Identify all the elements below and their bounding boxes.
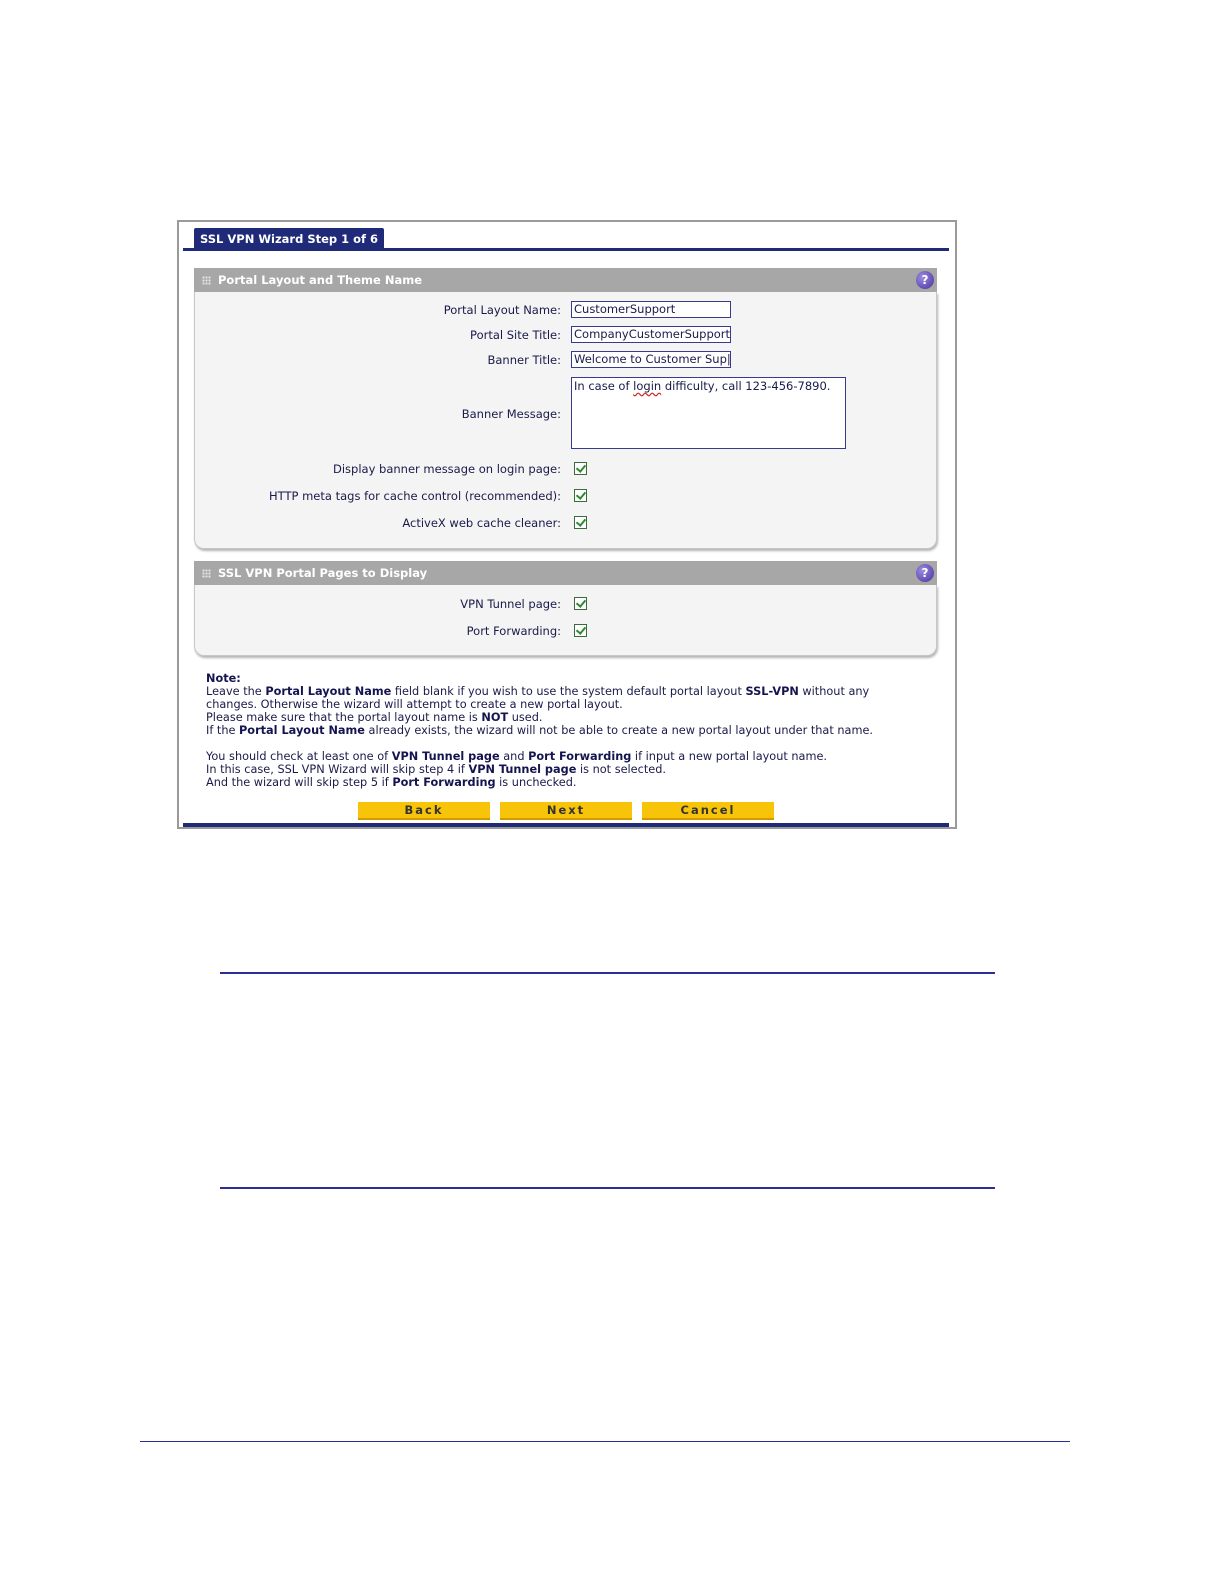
divider-rule-1 bbox=[220, 972, 995, 974]
next-button[interactable]: Next bbox=[500, 802, 632, 820]
cancel-button[interactable]: Cancel bbox=[642, 802, 774, 820]
portal-layout-name-label: Portal Layout Name: bbox=[443, 303, 561, 317]
note-heading: Note: bbox=[206, 672, 241, 685]
activex-checkbox[interactable] bbox=[574, 516, 587, 529]
http-meta-label: HTTP meta tags for cache control (recomm… bbox=[269, 489, 561, 503]
portal-layout-name-input[interactable]: CustomerSupport bbox=[571, 301, 731, 318]
note-line: changes. Otherwise the wizard will attem… bbox=[206, 698, 623, 711]
divider-rule-2 bbox=[220, 1187, 995, 1189]
help-icon[interactable]: ? bbox=[916, 564, 934, 582]
banner-message-textarea[interactable]: In case of login difficulty, call 123-45… bbox=[571, 377, 846, 449]
note-line: If the Portal Layout Name already exists… bbox=[206, 724, 874, 737]
banner-message-text-pre: In case of bbox=[574, 379, 634, 393]
back-button[interactable]: Back bbox=[358, 802, 490, 820]
footer-rule bbox=[140, 1441, 1070, 1442]
vpn-tunnel-checkbox[interactable] bbox=[574, 597, 587, 610]
note-line: Please make sure that the portal layout … bbox=[206, 711, 543, 724]
port-forwarding-checkbox[interactable] bbox=[574, 624, 587, 637]
tab-wizard-step[interactable]: SSL VPN Wizard Step 1 of 6 bbox=[194, 228, 385, 250]
note-line: In this case, SSL VPN Wizard will skip s… bbox=[206, 763, 666, 776]
banner-title-input[interactable]: Welcome to Customer Sup| bbox=[571, 351, 731, 368]
window-bottom-border bbox=[183, 823, 949, 827]
port-forwarding-label: Port Forwarding: bbox=[466, 624, 561, 638]
note-block: Note: Leave the Portal Layout Name field… bbox=[206, 672, 946, 789]
help-icon[interactable]: ? bbox=[916, 271, 934, 289]
wizard-window: SSL VPN Wizard Step 1 of 6 Portal Layout… bbox=[177, 220, 957, 829]
banner-message-text-post: difficulty, call 123-456-7890. bbox=[661, 379, 831, 393]
banner-message-label: Banner Message: bbox=[461, 407, 561, 421]
portal-site-title-label: Portal Site Title: bbox=[470, 328, 561, 342]
note-line: And the wizard will skip step 5 if Port … bbox=[206, 776, 577, 789]
section-body-portal-layout: Portal Layout Name: CustomerSupport Port… bbox=[194, 292, 937, 549]
vpn-tunnel-label: VPN Tunnel page: bbox=[460, 597, 561, 611]
grip-icon bbox=[202, 276, 211, 285]
http-meta-checkbox[interactable] bbox=[574, 489, 587, 502]
section-body-portal-pages: VPN Tunnel page: Port Forwarding: bbox=[194, 585, 937, 656]
display-banner-checkbox[interactable] bbox=[574, 462, 587, 475]
note-line: You should check at least one of VPN Tun… bbox=[206, 750, 828, 763]
note-line: Leave the Portal Layout Name field blank… bbox=[206, 685, 870, 698]
display-banner-label: Display banner message on login page: bbox=[332, 462, 561, 476]
activex-label: ActiveX web cache cleaner: bbox=[402, 516, 561, 530]
portal-site-title-input[interactable]: CompanyCustomerSupport bbox=[571, 326, 731, 343]
tab-underline bbox=[183, 248, 949, 251]
grip-icon bbox=[202, 569, 211, 578]
section-header-portal-layout: Portal Layout and Theme Name ? bbox=[194, 268, 937, 292]
section-title: SSL VPN Portal Pages to Display bbox=[218, 566, 428, 580]
banner-title-label: Banner Title: bbox=[487, 353, 562, 367]
section-title: Portal Layout and Theme Name bbox=[218, 273, 422, 287]
banner-message-misspelled-word: login bbox=[633, 379, 662, 393]
section-header-portal-pages: SSL VPN Portal Pages to Display ? bbox=[194, 561, 937, 585]
